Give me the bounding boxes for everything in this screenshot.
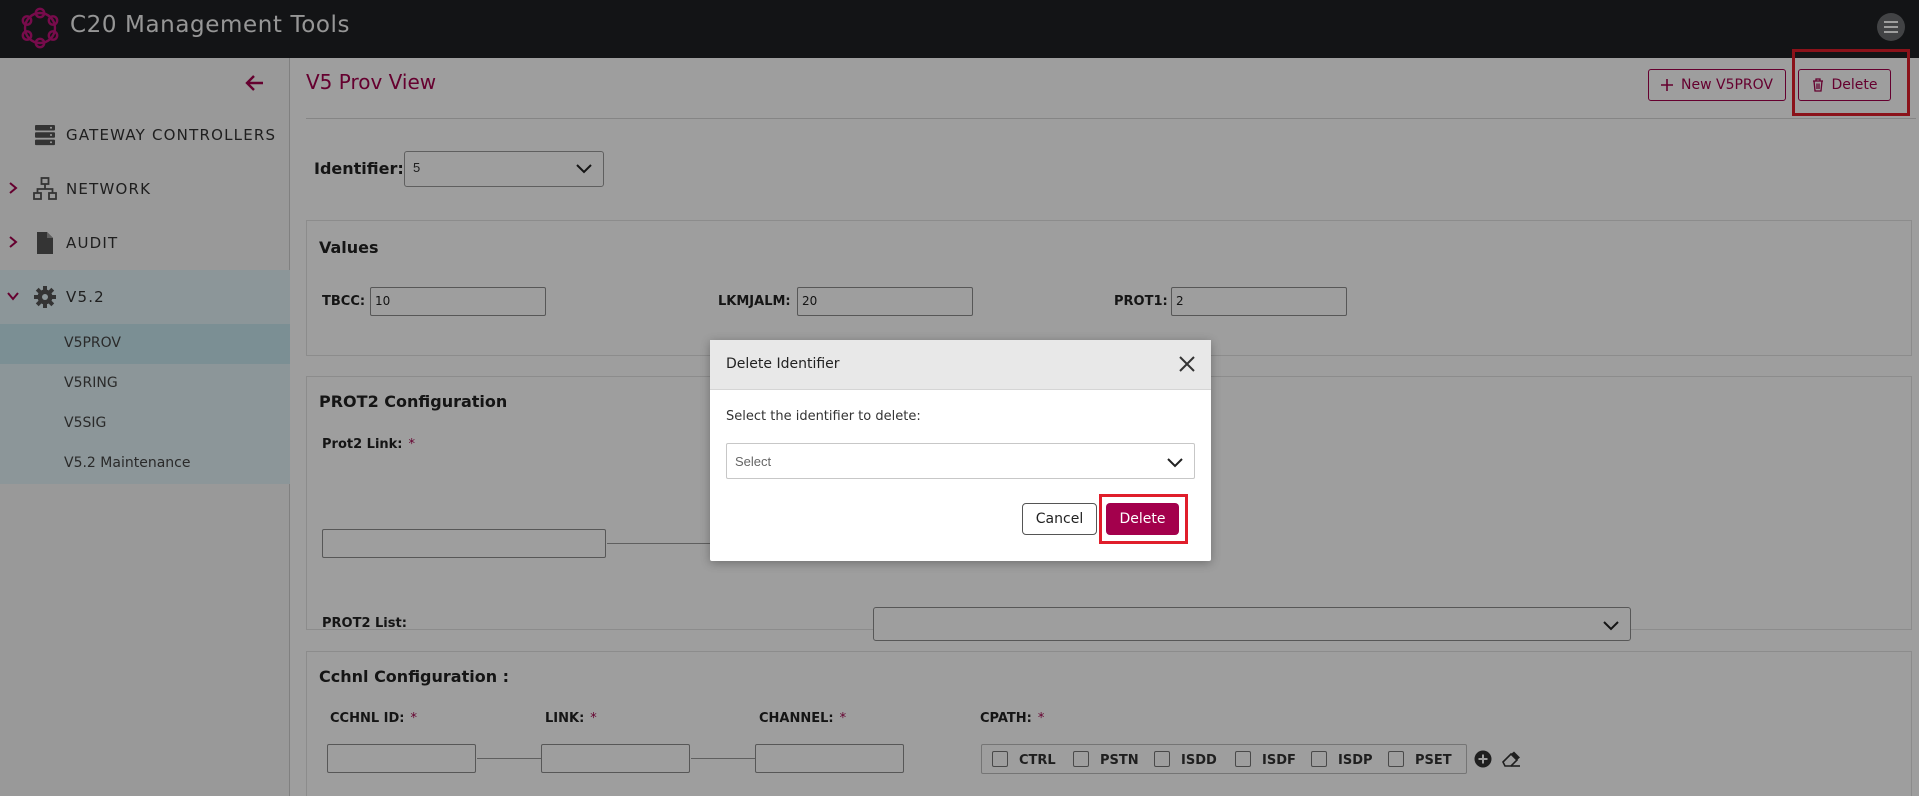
cancel-button[interactable]: Cancel (1022, 503, 1097, 535)
identifier-delete-select[interactable]: Select (726, 443, 1195, 479)
dialog-prompt: Select the identifier to delete: (726, 409, 921, 424)
select-placeholder: Select (735, 454, 772, 469)
delete-identifier-dialog: Delete Identifier Select the identifier … (710, 340, 1211, 561)
dialog-header: Delete Identifier (710, 340, 1211, 390)
close-icon[interactable] (1177, 354, 1197, 374)
chevron-down-icon (1167, 458, 1183, 468)
dialog-title: Delete Identifier (726, 356, 840, 372)
highlight-box (1099, 494, 1188, 544)
